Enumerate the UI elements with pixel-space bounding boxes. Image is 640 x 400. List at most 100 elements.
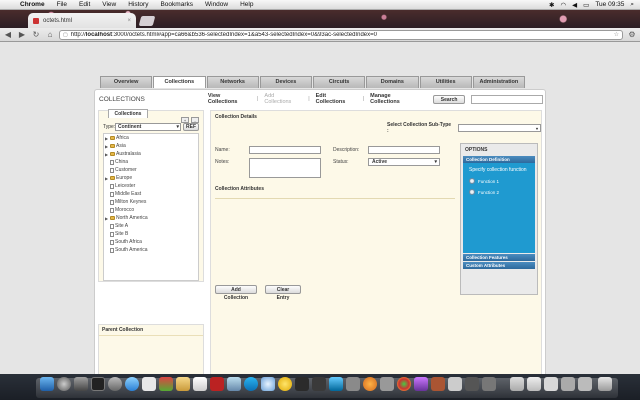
tree-item-milton-keynes[interactable]: Milton Keynes [104,198,198,206]
menu-history[interactable]: History [122,1,154,8]
text-editor-icon[interactable] [448,377,462,391]
clock[interactable]: Tue 09:35 [595,1,624,8]
terminal-icon[interactable] [91,377,105,391]
calendar-icon[interactable] [193,377,207,391]
firefox-icon[interactable] [363,377,377,391]
expand-icon[interactable]: ▶ [105,176,109,181]
tab-networks[interactable]: Networks [206,76,259,88]
itunes-icon[interactable] [261,377,275,391]
system-preferences-icon[interactable] [227,377,241,391]
mission-control-icon[interactable] [74,377,88,391]
graphics-app-icon[interactable] [414,377,428,391]
tab-devices[interactable]: Devices [259,76,312,88]
tree-item-china[interactable]: China [104,158,198,166]
tree-item-africa[interactable]: ▶ Africa [104,134,198,142]
volume-icon[interactable]: ◀ [572,1,577,9]
menu-window[interactable]: Window [199,1,234,8]
chrome-icon[interactable] [397,377,411,391]
menu-bookmarks[interactable]: Bookmarks [154,1,199,8]
preview-icon[interactable] [176,377,190,391]
tab-collections[interactable]: Collections [153,76,206,88]
tab-domains[interactable]: Domains [366,76,419,88]
collection-definition-bar[interactable]: Collection Definition [463,156,535,163]
clear-entry-button[interactable]: Clear Entry [265,285,301,301]
notes-field[interactable] [249,158,321,178]
trash-icon[interactable] [598,377,612,391]
search-input[interactable] [471,94,543,104]
tree-item-morocco[interactable]: Morocco [104,206,198,214]
skype-icon[interactable] [244,377,258,391]
collections-tree-tab[interactable]: Collections [108,109,148,118]
description-field[interactable] [368,146,440,154]
app-icon[interactable] [482,377,496,391]
xcode-icon[interactable] [329,377,343,391]
search-button[interactable]: Search [433,94,465,104]
browser-tab[interactable]: octets.html × [28,13,136,28]
tree-item-south-america[interactable]: South America [104,246,198,254]
function-1-option[interactable]: Function 1 [469,178,529,184]
add-collections-link[interactable]: Add Collections [264,93,302,105]
custom-attributes-bar[interactable]: Custom Attributes [463,262,535,269]
menu-edit[interactable]: Edit [73,1,96,8]
stack-icon[interactable] [544,377,558,391]
tree-item-australasia[interactable]: ▶ Australasia [104,150,198,158]
name-field[interactable] [249,146,321,154]
downloads-stack-icon[interactable] [527,377,541,391]
home-icon[interactable]: ⌂ [45,30,55,40]
tree-item-site-a[interactable]: Site A [104,222,198,230]
expand-icon[interactable]: ▶ [105,144,109,149]
subtype-select[interactable]: ▾ [457,124,541,132]
stack-icon[interactable] [561,377,575,391]
ref-button[interactable]: REF [183,123,199,131]
tree-item-leicester[interactable]: Leicester [104,182,198,190]
tree-item-site-b[interactable]: Site B [104,230,198,238]
expand-icon[interactable]: ▶ [105,136,109,141]
bookmark-star-icon[interactable]: ☆ [614,31,619,38]
tab-administration[interactable]: Administration [472,76,525,88]
tab-overview[interactable]: Overview [100,76,153,88]
expand-icon[interactable]: ▶ [105,216,109,221]
documents-stack-icon[interactable] [510,377,524,391]
battery-icon[interactable]: ▭ [583,1,589,9]
flash-icon[interactable] [210,377,224,391]
type-select[interactable]: Continent ▾ [115,123,181,131]
photos-icon[interactable] [159,377,173,391]
launchpad-icon[interactable] [57,377,71,391]
app-icon[interactable] [465,377,479,391]
manage-collections-link[interactable]: Manage Collections [370,93,421,105]
tree-item-north-america[interactable]: ▶ North America [104,214,198,222]
finder-icon[interactable] [40,377,54,391]
app-icon[interactable] [431,377,445,391]
status-select[interactable]: Active ▾ [368,158,440,166]
disk-utility-icon[interactable] [108,377,122,391]
wifi-icon[interactable]: ◠ [561,1,567,9]
reload-icon[interactable]: ↻ [31,30,41,40]
expand-icon[interactable]: ▶ [105,152,109,157]
bluetooth-icon[interactable]: ✱ [549,1,554,9]
wrench-menu-icon[interactable]: ⚙ [627,30,637,40]
menu-app-name[interactable]: Chrome [14,1,51,8]
stack-icon[interactable] [578,377,592,391]
new-tab-button[interactable] [138,16,156,26]
tab-circuits[interactable]: Circuits [313,76,366,88]
tree-item-south-africa[interactable]: South Africa [104,238,198,246]
activity-monitor-icon[interactable] [295,377,309,391]
tree-item-asia[interactable]: ▶ Asia [104,142,198,150]
forward-icon[interactable]: ▶ [17,30,27,40]
menu-help[interactable]: Help [234,1,259,8]
radio-icon[interactable] [469,178,475,184]
view-collections-link[interactable]: View Collections [208,93,251,105]
tree-item-middle-east[interactable]: Middle East [104,190,198,198]
edit-collections-link[interactable]: Edit Collections [316,93,357,105]
add-collection-button[interactable]: Add Collection [215,285,257,301]
app-icon[interactable] [380,377,394,391]
safari-icon[interactable] [125,377,139,391]
back-icon[interactable]: ◀ [3,30,13,40]
menu-view[interactable]: View [96,1,122,8]
tree-item-europe[interactable]: ▶ Europe [104,174,198,182]
function-2-option[interactable]: Function 2 [469,189,529,195]
tab-utilities[interactable]: Utilities [419,76,472,88]
close-tab-icon[interactable]: × [127,18,131,24]
console-icon[interactable] [312,377,326,391]
tree-item-customer[interactable]: Customer [104,166,198,174]
